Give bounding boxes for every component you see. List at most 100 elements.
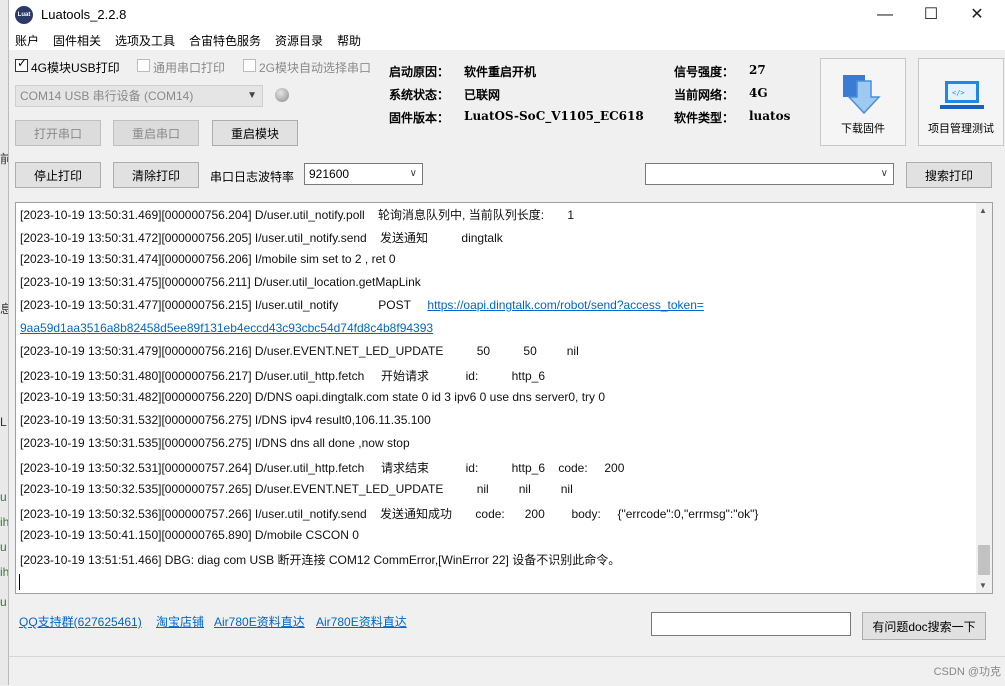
baud-select-value: 921600 <box>309 167 350 181</box>
log-line-text: [2023-10-19 13:50:31.474][000000756.206]… <box>20 252 396 266</box>
air780e-docs-link-2[interactable]: Air780E资料直达 <box>316 613 407 630</box>
laptop-code-icon: </> <box>940 81 984 109</box>
watermark: CSDN @功克 <box>933 666 1001 678</box>
port-status-indicator-icon <box>275 88 289 102</box>
log-url-link[interactable]: https://oapi.dingtalk.com/robot/send?acc… <box>427 298 704 312</box>
log-line-text: [2023-10-19 13:50:31.479][000000756.216]… <box>20 344 579 358</box>
serial-print-label: 通用串口打印 <box>153 61 226 75</box>
luat-logo-icon: Luat <box>15 6 33 24</box>
port-select-value: COM14 USB 串行设备 (COM14) <box>20 89 194 103</box>
log-line-text: [2023-10-19 13:51:51.466] DBG: diag com … <box>20 553 621 567</box>
chevron-down-icon: ▼ <box>247 90 257 101</box>
title-bar: Luat Luatools_2.2.8 — ☐ ✕ <box>9 0 1005 30</box>
window-title: Luatools_2.2.8 <box>41 7 127 22</box>
log-line: [2023-10-19 13:50:31.482][000000756.220]… <box>20 390 605 404</box>
auto-select-checkbox[interactable] <box>243 59 256 72</box>
close-button[interactable]: ✕ <box>954 0 1000 30</box>
menu-luat-services[interactable]: 合宙特色服务 <box>189 32 261 49</box>
network-value: 4G <box>749 86 768 100</box>
log-line: [2023-10-19 13:50:31.479][000000756.216]… <box>20 344 579 358</box>
qq-group-link[interactable]: QQ支持群(627625461) <box>19 613 142 630</box>
restart-module-button[interactable]: 重启模块 <box>212 120 298 146</box>
network-label: 当前网络： <box>674 88 735 102</box>
log-line-text: [2023-10-19 13:50:31.475][000000756.211]… <box>20 275 421 289</box>
download-firmware-label: 下载固件 <box>841 123 885 135</box>
firmware-label: 固件版本： <box>389 111 450 125</box>
log-line: [2023-10-19 13:50:31.532][000000756.275]… <box>20 413 431 427</box>
baud-label: 串口日志波特率 <box>210 170 295 184</box>
scrollbar-thumb[interactable] <box>978 545 990 575</box>
log-line-text: [2023-10-19 13:50:31.480][000000756.217]… <box>20 369 545 383</box>
log-line: [2023-10-19 13:50:32.531][000000757.264]… <box>20 459 624 476</box>
log-line-text: [2023-10-19 13:50:31.535][000000756.275]… <box>20 436 410 450</box>
menu-bar: 账户 固件相关 选项及工具 合宙特色服务 资源目录 帮助 <box>9 30 1005 50</box>
log-line-text: [2023-10-19 13:50:31.532][000000756.275]… <box>20 413 431 427</box>
log-line-text: [2023-10-19 13:50:31.477][000000756.215]… <box>20 298 428 312</box>
menu-help[interactable]: 帮助 <box>337 32 361 49</box>
boot-reason-value: 软件重启开机 <box>464 65 537 79</box>
port-select[interactable]: COM14 USB 串行设备 (COM14) ▼ <box>15 85 263 107</box>
open-port-button[interactable]: 打开串口 <box>15 120 101 146</box>
auto-select-label: 2G模块自动选择串口 <box>259 61 372 75</box>
doc-search-button[interactable]: 有问题doc搜索一下 <box>862 612 986 640</box>
serial-print-checkbox[interactable] <box>137 59 150 72</box>
taobao-store-link[interactable]: 淘宝店铺 <box>156 613 204 630</box>
signal-label: 信号强度： <box>674 65 735 79</box>
baud-select[interactable]: 921600 ∨ <box>304 163 423 185</box>
log-line: [2023-10-19 13:50:31.475][000000756.211]… <box>20 275 421 289</box>
log-line-text: [2023-10-19 13:50:31.472][000000756.205]… <box>20 231 503 245</box>
doc-search-input[interactable] <box>651 612 851 636</box>
log-line-text: [2023-10-19 13:50:41.150][000000765.890]… <box>20 528 359 542</box>
log-line: [2023-10-19 13:50:31.469][000000756.204]… <box>20 206 574 223</box>
status-bar <box>9 656 1005 686</box>
project-management-label: 项目管理测试 <box>928 123 994 135</box>
download-firmware-button[interactable]: 下载固件 <box>820 58 906 146</box>
clear-print-button[interactable]: 清除打印 <box>113 162 199 188</box>
log-output[interactable]: [2023-10-19 13:50:31.469][000000756.204]… <box>15 202 993 594</box>
maximize-button[interactable]: ☐ <box>908 0 954 30</box>
usb-print-checkbox[interactable]: ✓ <box>15 56 28 72</box>
scroll-down-icon[interactable]: ▼ <box>979 581 987 590</box>
log-line: [2023-10-19 13:50:32.535][000000757.265]… <box>20 482 573 496</box>
system-state-value: 已联网 <box>464 88 501 102</box>
menu-resources[interactable]: 资源目录 <box>275 32 323 49</box>
log-line-text: [2023-10-19 13:50:32.536][000000757.266]… <box>20 507 759 521</box>
boot-reason-label: 启动原因： <box>389 65 450 79</box>
signal-value: 27 <box>749 63 766 77</box>
menu-firmware[interactable]: 固件相关 <box>53 32 101 49</box>
log-line: [2023-10-19 13:50:31.472][000000756.205]… <box>20 229 503 246</box>
scroll-up-icon[interactable]: ▲ <box>979 206 987 215</box>
log-line: 9aa59d1aa3516a8b82458d5ee89f131eb4eccd43… <box>20 321 433 335</box>
chevron-down-icon: ∨ <box>880 168 888 179</box>
menu-options-tools[interactable]: 选项及工具 <box>115 32 175 49</box>
log-line: [2023-10-19 13:50:31.480][000000756.217]… <box>20 367 545 384</box>
log-line: [2023-10-19 13:50:31.535][000000756.275]… <box>20 436 410 450</box>
log-scrollbar[interactable]: ▲ ▼ <box>976 203 992 593</box>
log-line-text: [2023-10-19 13:50:31.469][000000756.204]… <box>20 208 575 222</box>
software-type-label: 软件类型： <box>674 111 735 125</box>
search-print-button[interactable]: 搜索打印 <box>906 162 992 188</box>
restart-port-button[interactable]: 重启串口 <box>113 120 199 146</box>
firmware-value: LuatOS-SoC_V1105_EC618 <box>464 109 644 123</box>
menu-account[interactable]: 账户 <box>15 32 39 49</box>
check-mark-icon: ✓ <box>17 56 28 70</box>
svg-text:</>: </> <box>952 89 965 97</box>
air780e-docs-link-1[interactable]: Air780E资料直达 <box>214 613 305 630</box>
stop-print-button[interactable]: 停止打印 <box>15 162 101 188</box>
project-management-button[interactable]: </> 项目管理测试 <box>918 58 1004 146</box>
log-url-link[interactable]: 9aa59d1aa3516a8b82458d5ee89f131eb4eccd43… <box>20 321 433 335</box>
log-line: [2023-10-19 13:50:31.477][000000756.215]… <box>20 298 704 312</box>
log-line-text: [2023-10-19 13:50:32.531][000000757.264]… <box>20 461 625 475</box>
minimize-button[interactable]: — <box>862 0 908 30</box>
main-window: Luat Luatools_2.2.8 — ☐ ✕ 账户 固件相关 选项及工具 … <box>8 0 1005 686</box>
usb-print-label: 4G模块USB打印 <box>31 61 120 75</box>
text-cursor <box>19 574 20 590</box>
log-line: [2023-10-19 13:50:32.536][000000757.266]… <box>20 505 758 522</box>
log-line-text: [2023-10-19 13:50:31.482][000000756.220]… <box>20 390 606 404</box>
software-type-value: luatos <box>749 109 791 123</box>
system-state-label: 系统状态： <box>389 88 450 102</box>
search-keyword-select[interactable]: ∨ <box>645 163 894 185</box>
log-line-text: [2023-10-19 13:50:32.535][000000757.265]… <box>20 482 573 496</box>
download-arrow-icon <box>843 75 881 115</box>
log-line: [2023-10-19 13:51:51.466] DBG: diag com … <box>20 551 620 568</box>
